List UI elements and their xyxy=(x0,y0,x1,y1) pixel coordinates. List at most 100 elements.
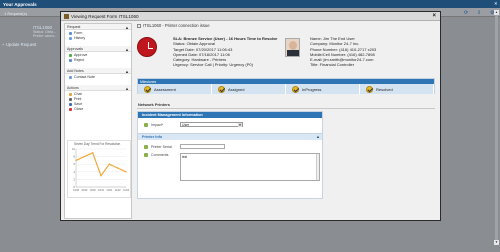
x-tick-label: 11/02 xyxy=(115,189,121,192)
milestone-label: Resolved xyxy=(376,86,393,92)
collapse-icon[interactable]: ▲ xyxy=(125,47,129,52)
print-icon xyxy=(69,97,72,101)
serial-row: Printer Serial xyxy=(144,144,322,149)
collapse-icon[interactable]: ▲ xyxy=(125,86,129,91)
y-tick-label: 4 xyxy=(74,170,76,174)
milestone-assessment: Assessment xyxy=(138,84,212,94)
request-title-text: ITSL1060 - Printer connection issue xyxy=(143,23,210,28)
clock-icon xyxy=(137,37,157,57)
printer-info-title: Printer Info xyxy=(142,135,163,139)
x-tick-label: 10/28 xyxy=(73,189,80,192)
app-scrollbar[interactable]: ▲ ▼ xyxy=(494,10,499,245)
data-point xyxy=(125,171,127,173)
collapse-icon[interactable]: ▲ xyxy=(125,25,129,30)
milestone-resolved: Resolved xyxy=(360,84,434,94)
dialog-sidebar: Request ▲ Form History Approvals ▲ Approve… xyxy=(64,23,132,219)
sidebar-section-approvals: Approvals ▲ Approve Reject xyxy=(65,46,131,62)
trend-chart: Seven Day Trend For Resolution 0 2 4 6 8 10 10… xyxy=(67,140,131,198)
check-icon xyxy=(292,85,299,93)
dialog-header: Viewing Request Form ITSL1060 × xyxy=(61,12,440,21)
sidebar-item-label: Contact Note xyxy=(74,75,95,79)
sidebar-item-label: Print xyxy=(74,97,82,101)
x-tick-label: 10/30 xyxy=(90,189,97,192)
update-request-link[interactable]: Update Request xyxy=(6,42,36,47)
milestone-assigned: Assigned xyxy=(212,84,286,94)
data-point xyxy=(116,167,119,169)
y-tick-label: 2 xyxy=(74,177,76,181)
note-icon xyxy=(69,75,72,79)
refresh-icon[interactable]: ⟳ xyxy=(464,10,470,16)
milestones-bar: Milestones Assessment Assigned InProgres… xyxy=(137,78,435,94)
printer-info-header[interactable]: Printer Info ▲ xyxy=(138,134,322,140)
comments-label: Comments xyxy=(151,153,169,157)
form-icon xyxy=(64,14,69,19)
dialog-title: Viewing Request Form ITSL1060 xyxy=(71,14,139,20)
data-point xyxy=(100,174,102,177)
milestone-label: InProgress xyxy=(302,86,322,92)
sidebar-item-label: Close xyxy=(74,107,84,111)
requests-count: 1 Request(s) xyxy=(4,10,27,16)
impact-select[interactable]: User ▼ xyxy=(180,122,243,127)
contact-title: Title: Financial Controller xyxy=(310,62,355,68)
x-tick-label: 10/29 xyxy=(81,189,88,192)
app-close-icon[interactable]: × xyxy=(494,1,497,6)
trend-chart-plot: 024681010/28 10/29 10/30 10/31 11/01 11/02 11/… xyxy=(72,147,129,192)
sidebar-item-reject[interactable]: Reject xyxy=(65,57,131,62)
section-header[interactable]: Request ▲ xyxy=(65,24,131,30)
chat-icon xyxy=(69,92,72,96)
app-title: Your Approvals xyxy=(3,1,37,7)
milestone-label: Assigned xyxy=(228,86,245,92)
update-plus-icon[interactable]: + xyxy=(2,42,4,47)
section-header[interactable]: Add Notes ▲ xyxy=(65,68,131,74)
export-icon[interactable]: ⇪ xyxy=(477,10,483,16)
x-tick-label: 11/03 xyxy=(123,189,129,192)
history-icon xyxy=(69,36,72,40)
app-title-bar: Your Approvals × xyxy=(0,0,500,8)
collapse-icon[interactable]: ▲ xyxy=(125,69,129,74)
request-main-panel: ITSL1060 - Printer connection issue SLA:… xyxy=(137,23,437,219)
dialog-close-icon[interactable]: × xyxy=(432,13,436,19)
check-icon xyxy=(366,85,373,93)
section-title: Actions xyxy=(67,86,79,90)
scroll-down-icon[interactable]: ▼ xyxy=(494,240,499,245)
collapse-icon[interactable]: ▲ xyxy=(316,134,320,139)
chevron-down-icon[interactable]: ▼ xyxy=(238,123,242,127)
divider xyxy=(137,108,435,109)
sidebar-item-label: Save xyxy=(74,102,83,106)
section-header[interactable]: Actions ▲ xyxy=(65,85,131,91)
sidebar-item-label: Approve xyxy=(74,53,88,57)
network-printers-heading: Network Printers xyxy=(138,102,171,107)
serial-input[interactable] xyxy=(180,144,225,149)
user-avatar xyxy=(285,38,300,57)
comments-row: Comments test xyxy=(144,153,322,181)
sidebar-item-history[interactable]: History xyxy=(65,35,131,40)
urgency-text: Urgency: Service Call | Priority: Urgenc… xyxy=(173,62,253,68)
scroll-up-icon[interactable]: ▲ xyxy=(494,10,499,15)
section-header[interactable]: Approvals ▲ xyxy=(65,46,131,52)
comments-value: test xyxy=(182,155,188,159)
serial-label: Printer Serial xyxy=(151,144,172,149)
sidebar-section-request: Request ▲ Form History xyxy=(65,24,131,40)
bg-item-printer: Printer canno... xyxy=(33,34,58,38)
check-icon xyxy=(218,85,225,93)
sla-text: SLA: Bronze Service (User) - 16 Hours Ti… xyxy=(173,36,278,41)
request-title: ITSL1060 - Printer connection issue xyxy=(137,23,210,28)
impact-row: Impact* User ▼ xyxy=(144,122,322,127)
sidebar-item-contact-note[interactable]: Contact Note xyxy=(65,74,131,79)
textarea-scrollbar[interactable] xyxy=(316,154,319,180)
app-tools: ⟳ ⇪ ⚙ xyxy=(464,10,496,16)
data-point xyxy=(83,155,86,158)
printer-info-section: Printer Info ▲ Printer Serial Comments te… xyxy=(137,133,323,199)
sidebar-item-close[interactable]: Close xyxy=(65,106,131,111)
y-tick-label: 8 xyxy=(74,155,76,159)
request-info: SLA: Bronze Service (User) - 16 Hours Ti… xyxy=(173,36,277,68)
sidebar-section-notes: Add Notes ▲ Contact Note xyxy=(65,68,131,79)
reject-icon xyxy=(69,58,72,62)
sidebar-item-label: Chat xyxy=(74,92,82,96)
check-icon xyxy=(144,85,151,93)
comments-textarea[interactable]: test xyxy=(180,153,320,181)
x-tick-label: 10/31 xyxy=(98,189,105,192)
data-point xyxy=(108,163,111,165)
field-icon xyxy=(144,153,148,157)
approve-icon xyxy=(69,53,72,57)
